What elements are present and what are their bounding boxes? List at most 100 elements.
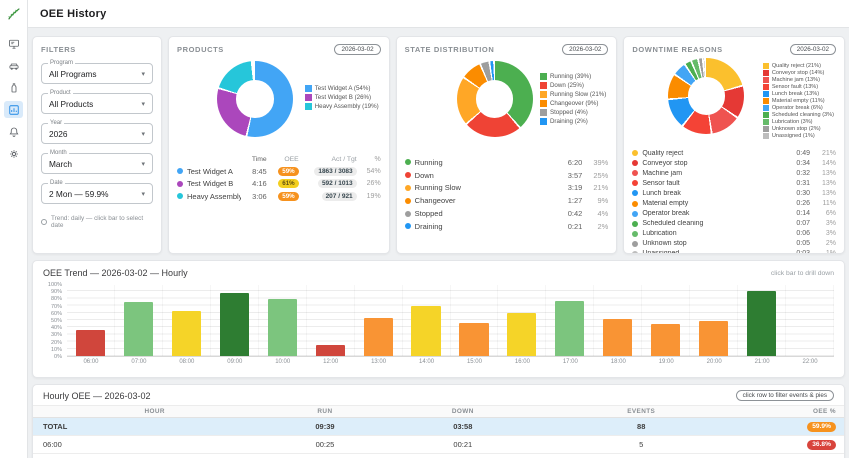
- product-name: Heavy Assembly: [187, 192, 241, 201]
- state-row[interactable]: Draining 0:21 2%: [405, 220, 609, 233]
- products-title: PRODUCTS: [177, 45, 224, 54]
- table-row[interactable]: 07:00 00:40 00:13 4 75.5%: [33, 454, 844, 458]
- legend-item[interactable]: Down (25%): [540, 82, 606, 89]
- downtime-row[interactable]: Conveyor stop 0:34 14%: [632, 158, 836, 168]
- downtime-row[interactable]: Unassigned 0:03 1%: [632, 249, 836, 254]
- trend-bar-slot[interactable]: [546, 285, 594, 356]
- legend-item[interactable]: Material empty (11%): [763, 98, 834, 104]
- legend-item[interactable]: Conveyor stop (14%): [763, 70, 834, 76]
- downtime-row[interactable]: Quality reject 0:49 21%: [632, 148, 836, 158]
- legend-item[interactable]: Lubrication (3%): [763, 119, 834, 125]
- sidebar-item-machine[interactable]: [4, 57, 23, 74]
- sidebar-item-analytics[interactable]: [4, 101, 23, 118]
- legend-item[interactable]: Lunch break (13%): [763, 91, 834, 97]
- trend-bar-08:00[interactable]: [172, 311, 201, 356]
- trend-bar-13:00[interactable]: [364, 318, 393, 356]
- sidebar-item-monitor[interactable]: [4, 35, 23, 52]
- date-chip[interactable]: 2026-03-02: [334, 44, 380, 55]
- filter-select[interactable]: Year 2026 ▾: [41, 123, 153, 144]
- legend-item[interactable]: Running Slow (21%): [540, 91, 606, 98]
- trend-bar-16:00[interactable]: [507, 313, 536, 356]
- trend-bar-09:00[interactable]: [220, 293, 249, 356]
- trend-bar-19:00[interactable]: [651, 324, 680, 356]
- legend-item[interactable]: Operator break (6%): [763, 105, 834, 111]
- filter-select[interactable]: Month March ▾: [41, 153, 153, 174]
- sidebar-item-bottle[interactable]: [4, 79, 23, 96]
- state-duration: 6:20: [550, 158, 582, 167]
- product-row[interactable]: Test Widget B 4:16 61% 592 / 1013 26%: [177, 179, 381, 188]
- trend-bar-slot[interactable]: [690, 285, 738, 356]
- date-chip[interactable]: 2026-03-02: [790, 44, 836, 55]
- legend-item[interactable]: Stopped (4%): [540, 109, 606, 116]
- legend-item[interactable]: Unassigned (1%): [763, 133, 834, 139]
- state-row[interactable]: Running 6:20 39%: [405, 156, 609, 169]
- sidebar-item-notifications[interactable]: [4, 123, 23, 140]
- legend-item[interactable]: Unknown stop (2%): [763, 126, 834, 132]
- sidebar-item-settings[interactable]: [4, 145, 23, 162]
- trend-bar-slot[interactable]: [115, 285, 163, 356]
- trend-bar-10:00[interactable]: [268, 299, 297, 356]
- downtime-row[interactable]: Operator break 0:14 6%: [632, 209, 836, 219]
- legend-item[interactable]: Heavy Assembly (19%): [305, 103, 379, 110]
- trend-bar-18:00[interactable]: [603, 319, 632, 356]
- trend-bar-slot[interactable]: [355, 285, 403, 356]
- downtime-row[interactable]: Lubrication 0:06 3%: [632, 229, 836, 239]
- legend-item[interactable]: Sensor fault (13%): [763, 84, 834, 90]
- trend-bar-slot[interactable]: [498, 285, 546, 356]
- date-chip[interactable]: 2026-03-02: [562, 44, 608, 55]
- table-row[interactable]: TOTAL 09:39 03:58 88 59.9%: [33, 418, 844, 436]
- trend-bar-slot[interactable]: [259, 285, 307, 356]
- legend-item[interactable]: Machine jam (13%): [763, 77, 834, 83]
- state-row[interactable]: Running Slow 3:19 21%: [405, 182, 609, 195]
- filter-select[interactable]: Program All Programs ▾: [41, 63, 153, 84]
- trend-bar-07:00[interactable]: [124, 302, 153, 356]
- trend-bar-21:00[interactable]: [747, 291, 776, 356]
- legend-item[interactable]: Changeover (9%): [540, 100, 606, 107]
- trend-bar-slot[interactable]: [163, 285, 211, 356]
- filter-select[interactable]: Product All Products ▾: [41, 93, 153, 114]
- trend-bar-12:00[interactable]: [316, 345, 345, 356]
- filter-value: 2 Mon — 59.9%: [49, 189, 141, 199]
- legend-item[interactable]: Draining (2%): [540, 118, 606, 125]
- trend-chart: 100%90%80%70%60%50%40%30%20%10%0%: [43, 285, 834, 357]
- state-donut-chart[interactable]: [457, 61, 533, 137]
- filter-select[interactable]: Date 2 Mon — 59.9% ▾: [41, 183, 153, 204]
- trend-bar-slot[interactable]: [403, 285, 451, 356]
- downtime-row[interactable]: Lunch break 0:30 13%: [632, 188, 836, 198]
- downtime-row[interactable]: Sensor fault 0:31 13%: [632, 178, 836, 188]
- legend-item[interactable]: Test Widget B (26%): [305, 94, 379, 101]
- state-row[interactable]: Stopped 0:42 4%: [405, 207, 609, 220]
- trend-bar-slot[interactable]: [738, 285, 786, 356]
- trend-bar-slot[interactable]: [594, 285, 642, 356]
- trend-bar-14:00[interactable]: [411, 306, 440, 356]
- legend-item[interactable]: Quality reject (21%): [763, 63, 834, 69]
- trend-bar-06:00[interactable]: [76, 330, 105, 356]
- legend-item[interactable]: Running (39%): [540, 73, 606, 80]
- state-row[interactable]: Down 3:57 25%: [405, 169, 609, 182]
- trend-bar-slot[interactable]: [451, 285, 499, 356]
- trend-bar-17:00[interactable]: [555, 301, 584, 356]
- trend-bar-20:00[interactable]: [699, 321, 728, 356]
- product-row[interactable]: Heavy Assembly 3:06 59% 207 / 921 19%: [177, 192, 381, 201]
- trend-bar-slot[interactable]: [307, 285, 355, 356]
- filter-hint-chip[interactable]: click row to filter events & pies: [736, 390, 834, 401]
- y-axis-label: 60%: [51, 311, 62, 317]
- downtime-row[interactable]: Scheduled cleaning 0:07 3%: [632, 219, 836, 229]
- downtime-row[interactable]: Material empty 0:26 11%: [632, 198, 836, 208]
- trend-bar-slot[interactable]: [642, 285, 690, 356]
- product-row[interactable]: Test Widget A 8:45 59% 1863 / 3083 54%: [177, 167, 381, 176]
- trend-bar-slot[interactable]: [211, 285, 259, 356]
- state-row[interactable]: Changeover 1:27 9%: [405, 194, 609, 207]
- trend-bar-slot[interactable]: [67, 285, 115, 356]
- downtime-row[interactable]: Unknown stop 0:05 2%: [632, 239, 836, 249]
- trend-bar-15:00[interactable]: [459, 323, 488, 356]
- legend-item[interactable]: Scheduled cleaning (3%): [763, 112, 834, 118]
- trend-bar-slot[interactable]: [786, 285, 834, 356]
- table-row[interactable]: 06:00 00:25 00:21 5 36.8%: [33, 436, 844, 454]
- products-donut-chart[interactable]: [217, 61, 293, 137]
- legend-item[interactable]: Test Widget A (54%): [305, 85, 379, 92]
- downtime-row[interactable]: Machine jam 0:32 13%: [632, 168, 836, 178]
- cell-down: 03:58: [374, 422, 552, 431]
- legend-swatch: [763, 119, 769, 125]
- downtime-donut-chart[interactable]: [668, 58, 744, 134]
